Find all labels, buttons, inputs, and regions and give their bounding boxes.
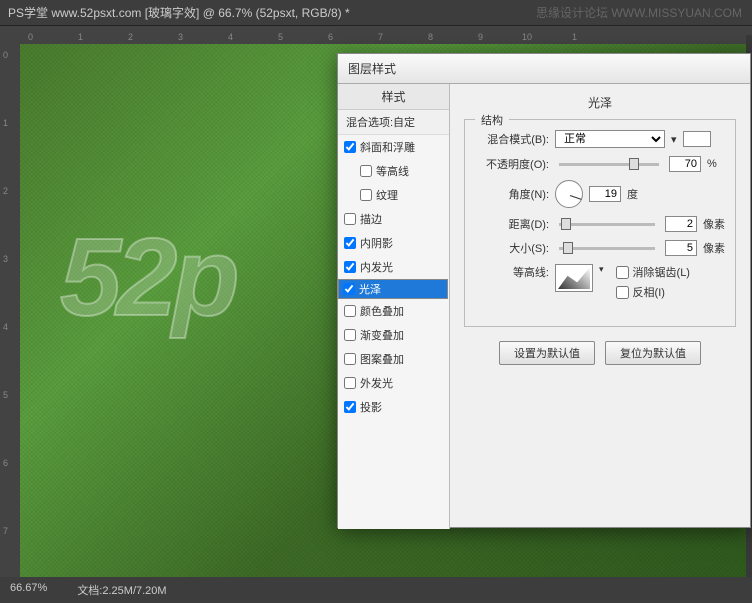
style-checkbox[interactable]	[344, 353, 356, 365]
style-item-0[interactable]: 斜面和浮雕	[338, 135, 449, 159]
size-input[interactable]	[665, 240, 697, 256]
style-checkbox[interactable]	[344, 401, 356, 413]
style-item-2[interactable]: 纹理	[338, 183, 449, 207]
style-checkbox[interactable]	[344, 261, 356, 273]
style-item-4[interactable]: 内阴影	[338, 231, 449, 255]
contour-label: 等高线:	[475, 264, 549, 280]
contour-picker[interactable]	[555, 264, 593, 292]
style-checkbox[interactable]	[344, 141, 356, 153]
style-item-9[interactable]: 图案叠加	[338, 347, 449, 371]
style-checkbox[interactable]	[360, 165, 372, 177]
style-checkbox[interactable]	[343, 283, 355, 295]
options-title: 光泽	[464, 94, 736, 111]
opacity-input[interactable]	[669, 156, 701, 172]
size-label: 大小(S):	[475, 240, 549, 256]
style-checkbox[interactable]	[344, 213, 356, 225]
antialias-checkbox[interactable]	[616, 266, 629, 279]
style-item-11[interactable]: 投影	[338, 395, 449, 419]
structure-group-label: 结构	[475, 112, 509, 128]
opacity-label: 不透明度(O):	[475, 156, 549, 172]
style-checkbox[interactable]	[344, 377, 356, 389]
blend-mode-label: 混合模式(B):	[475, 131, 549, 147]
options-panel: 光泽 结构 混合模式(B): 正常 ▾ 不透明度(O): % 角度(N):	[450, 84, 750, 529]
style-item-8[interactable]: 渐变叠加	[338, 323, 449, 347]
distance-input[interactable]	[665, 216, 697, 232]
zoom-level[interactable]: 66.67%	[10, 582, 47, 598]
style-item-3[interactable]: 描边	[338, 207, 449, 231]
dialog-title: 图层样式	[338, 54, 750, 84]
vertical-ruler: 01234567	[0, 44, 20, 584]
angle-input[interactable]	[589, 186, 621, 202]
watermark-text: 思缘设计论坛 WWW.MISSYUAN.COM	[536, 4, 742, 21]
invert-checkbox[interactable]	[616, 286, 629, 299]
style-checkbox[interactable]	[344, 305, 356, 317]
angle-knob[interactable]	[555, 180, 583, 208]
distance-slider[interactable]	[559, 223, 655, 226]
style-item-1[interactable]: 等高线	[338, 159, 449, 183]
style-item-5[interactable]: 内发光	[338, 255, 449, 279]
color-swatch[interactable]	[683, 131, 711, 147]
distance-label: 距离(D):	[475, 216, 549, 232]
style-checkbox[interactable]	[344, 237, 356, 249]
style-item-7[interactable]: 颜色叠加	[338, 299, 449, 323]
status-bar: 66.67% 文档:2.25M/7.20M	[0, 577, 752, 603]
style-checkbox[interactable]	[360, 189, 372, 201]
doc-size: 文档:2.25M/7.20M	[77, 582, 166, 598]
layer-style-dialog: 图层样式 样式 混合选项:自定 斜面和浮雕等高线纹理描边内阴影内发光光泽颜色叠加…	[337, 53, 751, 528]
opacity-slider[interactable]	[559, 163, 659, 166]
horizontal-ruler: 0123456789101	[0, 26, 752, 44]
angle-label: 角度(N):	[475, 186, 549, 202]
blend-mode-select[interactable]: 正常	[555, 130, 665, 148]
style-item-10[interactable]: 外发光	[338, 371, 449, 395]
blend-options-row[interactable]: 混合选项:自定	[338, 110, 449, 135]
style-item-6[interactable]: 光泽	[338, 279, 448, 299]
set-default-button[interactable]: 设置为默认值	[499, 341, 595, 365]
style-checkbox[interactable]	[344, 329, 356, 341]
size-slider[interactable]	[559, 247, 655, 250]
glass-text-effect: 52p	[60, 214, 235, 341]
style-list-panel: 样式 混合选项:自定 斜面和浮雕等高线纹理描边内阴影内发光光泽颜色叠加渐变叠加图…	[338, 84, 450, 529]
style-list-header[interactable]: 样式	[338, 84, 449, 110]
reset-default-button[interactable]: 复位为默认值	[605, 341, 701, 365]
